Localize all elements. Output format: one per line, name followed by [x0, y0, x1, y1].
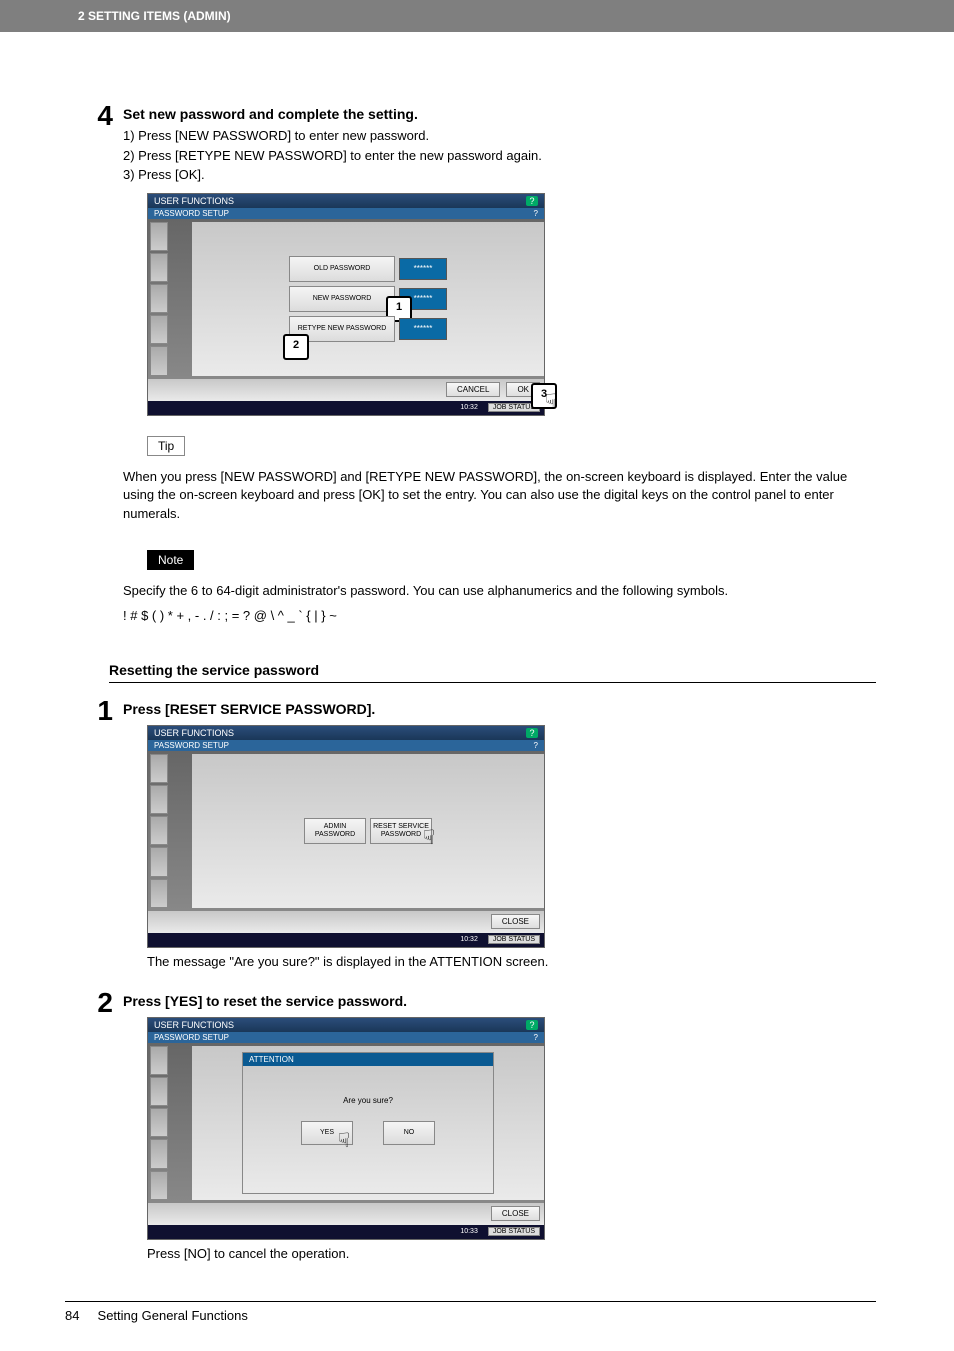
ss-subtitle: PASSWORD SETUP	[154, 1033, 229, 1042]
ss-time: 10:32	[460, 936, 478, 943]
note-text-2: ! # $ ( ) * + , - . / : ; = ? @ \ ^ _ ` …	[123, 607, 876, 626]
step-number: 4	[65, 102, 123, 130]
reset-service-password-button[interactable]: RESET SERVICE PASSWORD ☟	[370, 818, 432, 844]
ok-button[interactable]: OK 3 ☟	[506, 382, 540, 397]
step-2: 2 Press [YES] to reset the service passw…	[65, 989, 876, 1275]
help-icon[interactable]: ?	[526, 1020, 538, 1030]
step-number: 1	[65, 697, 123, 725]
help-icon[interactable]: ?	[534, 741, 538, 750]
substep-3: 3) Press [OK].	[123, 165, 876, 185]
retype-new-password-field[interactable]: ******	[399, 318, 447, 340]
old-password-button[interactable]: OLD PASSWORD	[289, 256, 395, 282]
old-password-field[interactable]: ******	[399, 258, 447, 280]
left-tabs[interactable]	[148, 1043, 170, 1203]
attention-question: Are you sure?	[243, 1096, 493, 1105]
left-tabs[interactable]	[148, 219, 170, 379]
ok-label: OK	[517, 385, 529, 394]
no-button[interactable]: NO	[383, 1121, 435, 1145]
hand-icon: ☟	[545, 389, 557, 414]
new-password-button[interactable]: NEW PASSWORD	[289, 286, 395, 312]
yes-label: YES	[320, 1129, 334, 1137]
footer-section: Setting General Functions	[98, 1308, 248, 1323]
left-tabs[interactable]	[148, 751, 170, 911]
hand-icon: ☟	[423, 827, 435, 849]
ss-title: USER FUNCTIONS	[154, 728, 234, 738]
screenshot-reset-service: USER FUNCTIONS ? PASSWORD SETUP ? ADMIN …	[147, 725, 545, 948]
ss-title: USER FUNCTIONS	[154, 196, 234, 206]
step-title: Set new password and complete the settin…	[123, 106, 876, 122]
section-resetting-service-password: Resetting the service password	[109, 662, 876, 683]
tip-text: When you press [NEW PASSWORD] and [RETYP…	[123, 468, 876, 525]
hand-icon: ☟	[338, 1130, 350, 1152]
substep-1: 1) Press [NEW PASSWORD] to enter new pas…	[123, 126, 876, 146]
ss-subtitle: PASSWORD SETUP	[154, 209, 229, 218]
chapter-header: 2 SETTING ITEMS (ADMIN)	[0, 0, 954, 32]
help-icon[interactable]: ?	[526, 196, 538, 206]
help-icon[interactable]: ?	[526, 728, 538, 738]
screenshot-confirm-reset: USER FUNCTIONS ? PASSWORD SETUP ? ATTENT…	[147, 1017, 545, 1240]
callout-2: 2	[283, 334, 309, 360]
step-number: 2	[65, 989, 123, 1017]
page-number: 84	[65, 1308, 79, 1323]
tip-label: Tip	[147, 436, 185, 456]
attention-dialog: ATTENTION Are you sure? YES ☟ NO	[242, 1052, 494, 1194]
step-4: 4 Set new password and complete the sett…	[65, 102, 876, 632]
step-title: Press [YES] to reset the service passwor…	[123, 993, 876, 1009]
note-text-1: Specify the 6 to 64-digit administrator'…	[123, 582, 876, 601]
yes-button[interactable]: YES ☟	[301, 1121, 353, 1145]
step-followup-text: The message "Are you sure?" is displayed…	[147, 954, 876, 969]
step-title: Press [RESET SERVICE PASSWORD].	[123, 701, 876, 717]
cancel-button[interactable]: CANCEL	[446, 382, 500, 397]
step-followup-text: Press [NO] to cancel the operation.	[147, 1246, 876, 1261]
note-label: Note	[147, 550, 194, 570]
job-status-tab[interactable]: JOB STATUS	[488, 1227, 540, 1236]
help-icon[interactable]: ?	[534, 1033, 538, 1042]
page-footer: 84 Setting General Functions	[65, 1301, 876, 1323]
step-1: 1 Press [RESET SERVICE PASSWORD]. USER F…	[65, 697, 876, 983]
help-icon[interactable]: ?	[534, 209, 538, 218]
close-button[interactable]: CLOSE	[491, 1206, 540, 1221]
ss-time: 10:32	[460, 404, 478, 411]
ss-title: USER FUNCTIONS	[154, 1020, 234, 1030]
job-status-tab[interactable]: JOB STATUS	[488, 935, 540, 944]
attention-title: ATTENTION	[243, 1053, 493, 1066]
screenshot-password-setting: USER FUNCTIONS ? PASSWORD SETUP ? OLD PA…	[147, 193, 545, 416]
admin-password-button[interactable]: ADMIN PASSWORD	[304, 818, 366, 844]
ss-time: 10:33	[460, 1228, 478, 1235]
close-button[interactable]: CLOSE	[491, 914, 540, 929]
ss-subtitle: PASSWORD SETUP	[154, 741, 229, 750]
substep-2: 2) Press [RETYPE NEW PASSWORD] to enter …	[123, 146, 876, 166]
